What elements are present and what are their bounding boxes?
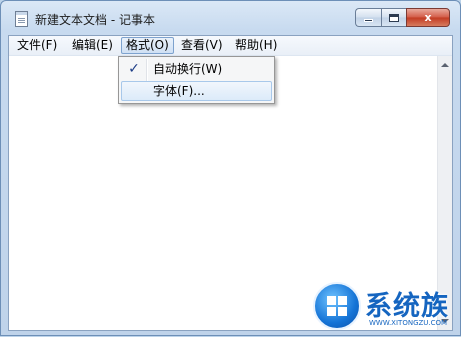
notepad-icon[interactable] [15, 11, 28, 27]
menu-edit[interactable]: 编辑(E) [68, 37, 117, 54]
window-controls: x [355, 8, 450, 28]
maximize-icon [389, 13, 399, 22]
menu-bar: 文件(F) 编辑(E) 格式(O) 查看(V) 帮助(H) [9, 36, 452, 56]
menu-view[interactable]: 查看(V) [177, 37, 227, 54]
menu-help[interactable]: 帮助(H) [231, 37, 281, 54]
menu-file[interactable]: 文件(F) [13, 37, 61, 54]
close-button[interactable]: x [406, 8, 450, 27]
menu-item-word-wrap[interactable]: ✓ 自动换行(W) [121, 59, 272, 79]
minimize-icon [364, 19, 373, 22]
title-bar[interactable]: 新建文本文档 - 记事本 x [1, 1, 460, 35]
format-menu-dropdown: ✓ 自动换行(W) 字体(F)... [118, 56, 275, 104]
checkmark-icon: ✓ [128, 61, 140, 77]
menu-format[interactable]: 格式(O) [121, 37, 174, 54]
word-wrap-label: 自动换行(W) [153, 62, 223, 76]
menu-item-font[interactable]: 字体(F)... [121, 81, 272, 101]
notepad-window: 新建文本文档 - 记事本 x 文件(F) 编辑(E) 格式(O) 查看(V) 帮… [0, 0, 461, 336]
scroll-up-icon[interactable] [441, 63, 449, 67]
watermark-url: WWW.XITONGZU.COM [369, 319, 448, 327]
windows-logo-icon [313, 282, 361, 330]
maximize-button[interactable] [381, 8, 406, 27]
minimize-button[interactable] [355, 8, 381, 27]
window-title: 新建文本文档 - 记事本 [35, 13, 155, 27]
watermark: 系统族 WWW.XITONGZU.COM [307, 276, 461, 337]
font-label: 字体(F)... [153, 84, 205, 98]
close-icon: x [424, 11, 432, 24]
watermark-brand: 系统族 [365, 291, 449, 322]
